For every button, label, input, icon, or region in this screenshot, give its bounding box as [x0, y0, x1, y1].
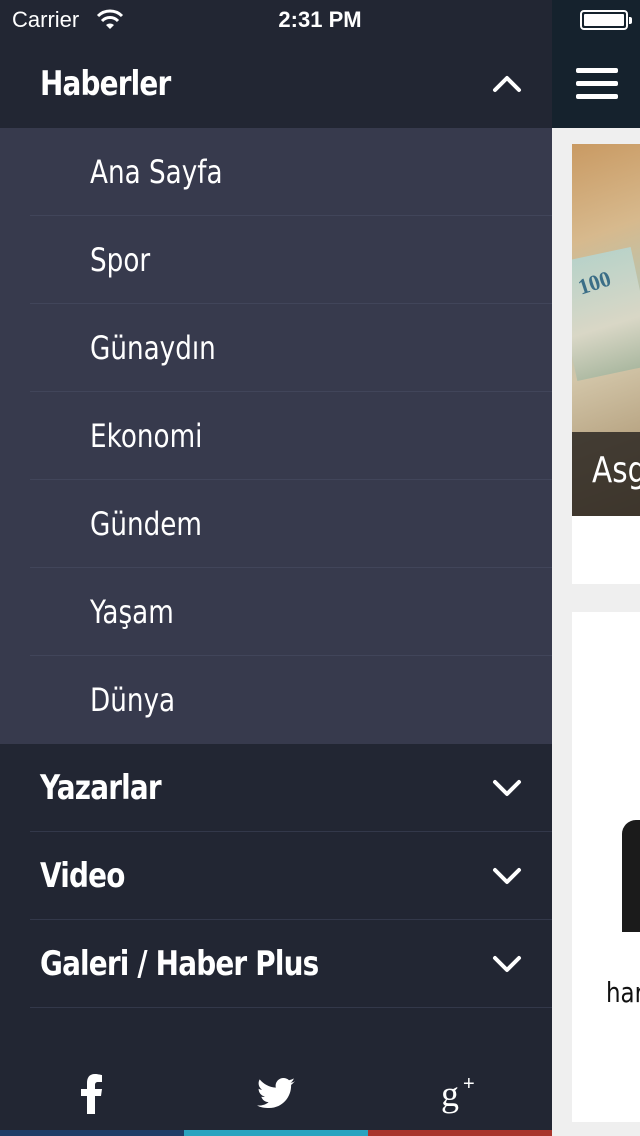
submenu-item-yasam[interactable]: Yaşam [0, 568, 552, 656]
submenu-item-label: Günaydın [90, 329, 216, 367]
svg-text:+: + [463, 1073, 475, 1095]
status-bar: Carrier 2:31 PM [0, 0, 640, 40]
status-time: 2:31 PM [278, 7, 362, 32]
submenu-item-spor[interactable]: Spor [0, 216, 552, 304]
twitter-icon [257, 1078, 295, 1108]
main-content[interactable]: 100 Asg har [552, 0, 640, 1136]
menu-section-title: Yazarlar [40, 768, 162, 808]
facebook-button[interactable] [0, 1010, 184, 1136]
submenu-haberler: Ana Sayfa Spor Günaydın Ekonomi Gündem Y… [0, 128, 552, 744]
submenu-item-label: Ekonomi [90, 417, 203, 455]
divider [30, 1007, 552, 1008]
facebook-underline [0, 1130, 184, 1136]
submenu-item-gundem[interactable]: Gündem [0, 480, 552, 568]
battery-icon [580, 10, 632, 30]
svg-text:g: g [441, 1074, 459, 1114]
social-bar: g + [0, 1010, 552, 1136]
hamburger-menu-icon[interactable] [576, 68, 618, 100]
menu-section-title: Haberler [40, 64, 171, 104]
submenu-item-gunaydin[interactable]: Günaydın [0, 304, 552, 392]
news-card[interactable]: 100 Asg [572, 144, 640, 584]
google-plus-icon: g + [441, 1073, 475, 1114]
chevron-down-icon [493, 956, 521, 972]
chevron-down-icon [493, 868, 521, 884]
submenu-item-label: Spor [90, 241, 151, 279]
submenu-item-dunya[interactable]: Dünya [0, 656, 552, 744]
news-card-caption: Asg [592, 450, 640, 491]
submenu-item-label: Dünya [90, 681, 176, 719]
twitter-underline [184, 1130, 368, 1136]
submenu-item-label: Ana Sayfa [90, 153, 223, 191]
side-menu: Haberler Ana Sayfa Spor Günaydın Ekonomi… [0, 0, 552, 1136]
submenu-item-ana-sayfa[interactable]: Ana Sayfa [0, 128, 552, 216]
menu-section-yazarlar[interactable]: Yazarlar [0, 744, 552, 832]
menu-section-video[interactable]: Video [0, 832, 552, 920]
chevron-down-icon [493, 780, 521, 796]
google-plus-underline [368, 1130, 552, 1136]
submenu-item-label: Yaşam [90, 593, 174, 631]
chevron-up-icon [493, 76, 521, 92]
menu-section-title: Galeri / Haber Plus [40, 944, 319, 984]
facebook-icon [81, 1074, 102, 1114]
submenu-item-label: Gündem [90, 505, 202, 543]
submenu-item-ekonomi[interactable]: Ekonomi [0, 392, 552, 480]
news-card[interactable]: har [572, 612, 640, 1122]
menu-section-title: Video [40, 856, 125, 896]
menu-section-haberler[interactable]: Haberler [0, 40, 552, 128]
menu-section-galeri[interactable]: Galeri / Haber Plus [0, 920, 552, 1008]
news-card-text: har [606, 976, 640, 1009]
google-plus-button[interactable]: g + [368, 1010, 552, 1136]
twitter-button[interactable] [184, 1010, 368, 1136]
news-card-image [622, 820, 640, 932]
